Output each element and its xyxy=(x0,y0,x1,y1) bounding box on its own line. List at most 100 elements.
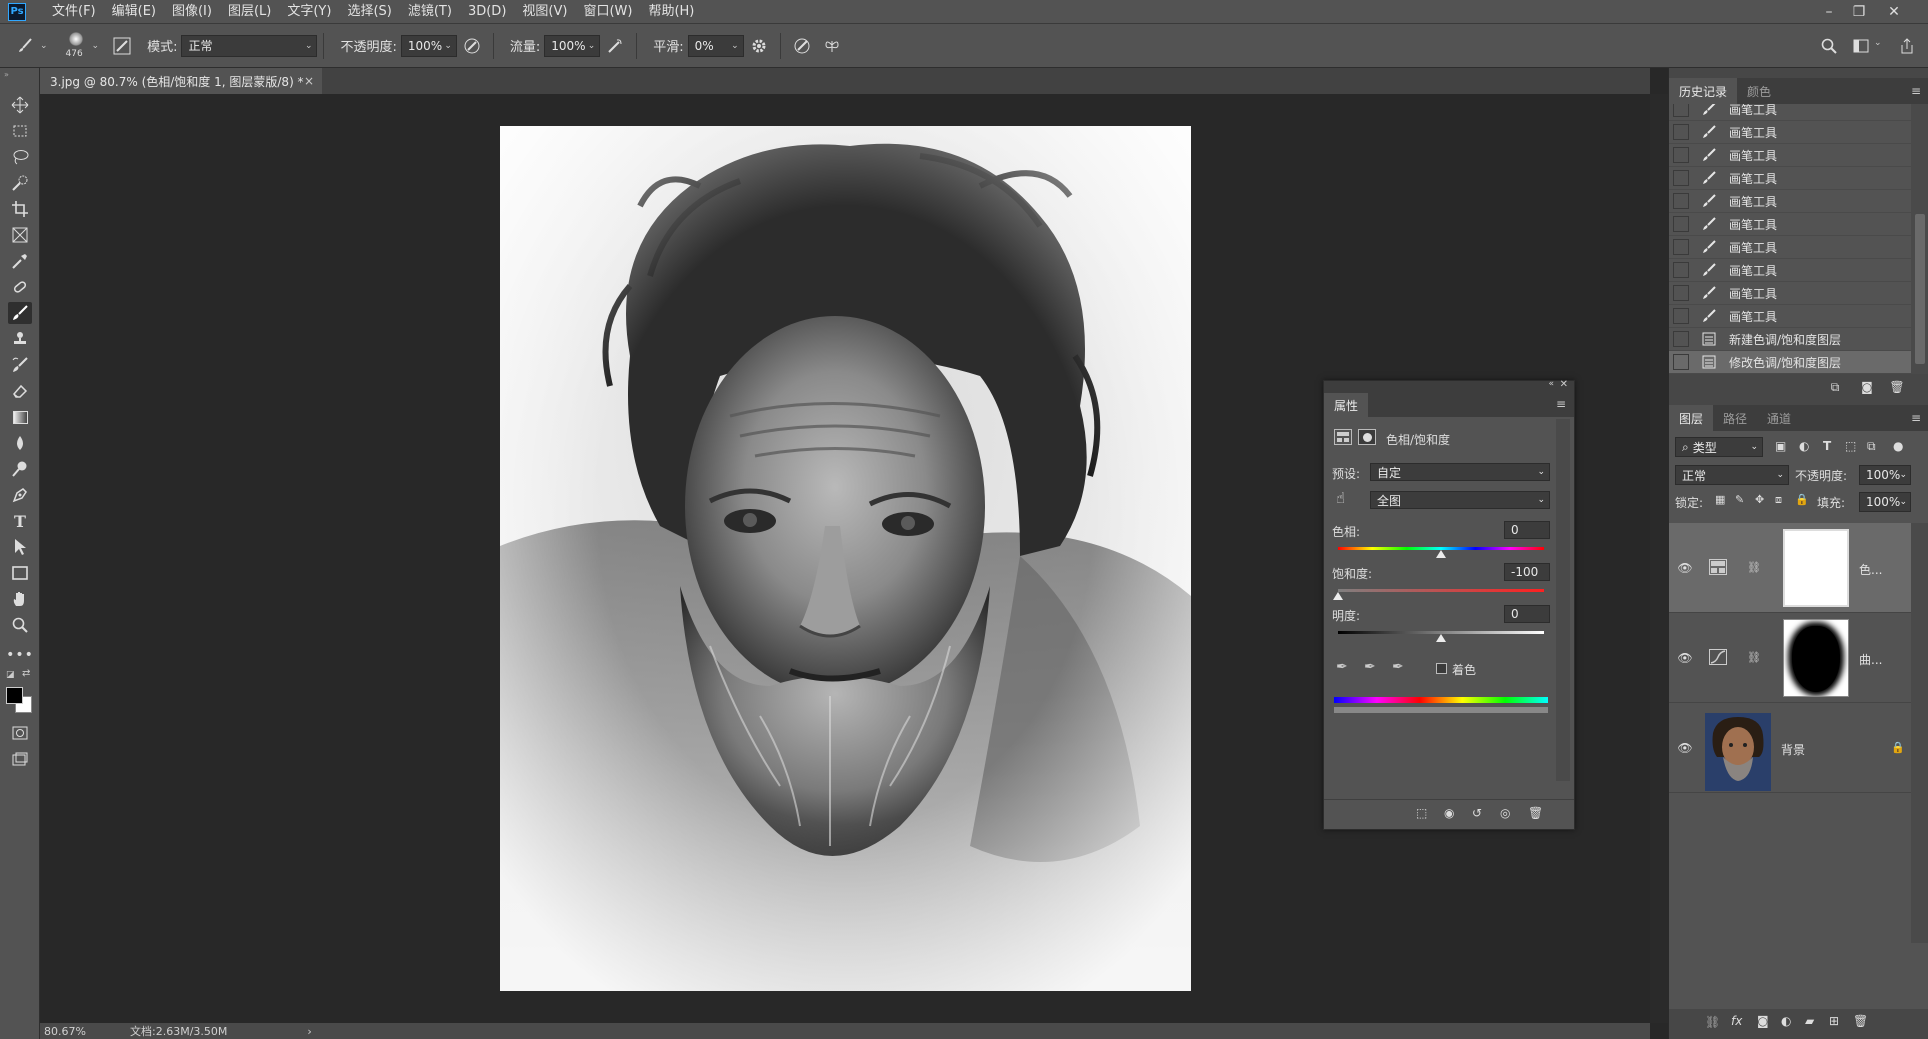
saturation-slider-track[interactable] xyxy=(1338,589,1544,592)
targeted-adjustment-hand-icon[interactable]: ☝ xyxy=(1336,489,1356,509)
tab-channels[interactable]: 通道 xyxy=(1757,405,1801,431)
layer-name[interactable]: 曲... xyxy=(1859,651,1882,668)
saturation-slider-thumb[interactable] xyxy=(1333,592,1343,600)
menu-item-9[interactable]: 窗口(W) xyxy=(575,0,640,24)
panel-menu-icon[interactable]: ≡ xyxy=(1556,397,1566,411)
preset-select[interactable]: 自定 ⌄ xyxy=(1370,463,1550,481)
background-layer-thumbnail[interactable] xyxy=(1705,713,1771,791)
filter-toggle-icon[interactable]: ● xyxy=(1893,439,1903,453)
history-source-checkbox[interactable] xyxy=(1673,239,1689,255)
screen-mode-icon[interactable] xyxy=(8,748,32,770)
blend-mode-select[interactable]: 正常 ⌄ xyxy=(1675,465,1789,485)
eyedropper-plus-icon[interactable]: ✒ xyxy=(1364,659,1376,675)
collapse-icon[interactable]: » xyxy=(4,70,9,79)
lasso-tool-icon[interactable] xyxy=(8,146,32,168)
brush-size-picker[interactable]: 476 xyxy=(62,29,92,63)
eyedropper-tool-icon[interactable] xyxy=(8,250,32,272)
adjustment-icon[interactable] xyxy=(1334,429,1352,445)
clip-to-layer-icon[interactable]: ⬚ xyxy=(1416,806,1427,820)
properties-tab[interactable]: 属性 xyxy=(1324,393,1369,417)
chevron-right-icon[interactable]: › xyxy=(307,1025,311,1038)
layer-row[interactable]: 👁 ⛓ 曲... xyxy=(1669,613,1911,703)
document-canvas-image[interactable] xyxy=(500,126,1191,991)
foreground-color-swatch[interactable] xyxy=(6,687,23,704)
menu-item-4[interactable]: 文字(Y) xyxy=(279,0,339,24)
history-item[interactable]: 新建色调/饱和度图层 xyxy=(1669,328,1911,351)
history-item[interactable]: 画笔工具 xyxy=(1669,104,1911,121)
document-tab[interactable]: 3.jpg @ 80.7% (色相/饱和度 1, 图层蒙版/8) * × xyxy=(40,68,322,94)
chevron-down-icon[interactable]: ⌄ xyxy=(40,41,48,51)
history-item[interactable]: 画笔工具 xyxy=(1669,144,1911,167)
trash-icon[interactable]: 🗑 xyxy=(1887,378,1907,396)
search-icon[interactable] xyxy=(1818,35,1840,57)
close-icon[interactable]: ✕ xyxy=(1880,0,1908,24)
visibility-eye-icon[interactable]: 👁 xyxy=(1675,558,1695,578)
hand-tool-icon[interactable] xyxy=(8,588,32,610)
smoothing-field[interactable]: 0% ⌄ xyxy=(687,34,744,57)
gradient-tool-icon[interactable] xyxy=(8,406,32,428)
layer-name[interactable]: 色... xyxy=(1859,561,1882,578)
channel-select[interactable]: 全图 ⌄ xyxy=(1370,491,1550,509)
saturation-field[interactable]: -100 xyxy=(1504,563,1550,581)
fill-field[interactable]: 100% ⌄ xyxy=(1859,492,1911,512)
clone-stamp-tool-icon[interactable] xyxy=(8,328,32,350)
menu-item-8[interactable]: 视图(V) xyxy=(514,0,575,24)
rectangle-tool-icon[interactable] xyxy=(8,562,32,584)
layer-filter-select[interactable]: ⌕ 类型 ⌄ xyxy=(1675,437,1763,457)
add-mask-icon[interactable]: ◙ xyxy=(1757,1014,1769,1028)
history-brush-tool-icon[interactable] xyxy=(8,354,32,376)
type-tool-icon[interactable]: T xyxy=(8,510,32,532)
menu-item-6[interactable]: 滤镜(T) xyxy=(400,0,460,24)
pressure-size-icon[interactable] xyxy=(791,35,813,57)
menu-item-3[interactable]: 图层(L) xyxy=(220,0,279,24)
canvas-scrollbar[interactable] xyxy=(1650,94,1668,1023)
link-icon[interactable]: ⛓ xyxy=(1747,651,1761,664)
eyedropper-icon[interactable]: ✒ xyxy=(1336,659,1348,675)
minimize-icon[interactable]: – xyxy=(1815,0,1843,24)
move-tool-icon[interactable] xyxy=(8,94,32,116)
panel-drag-bar[interactable]: « ✕ xyxy=(1324,379,1574,393)
trash-icon[interactable]: 🗑 xyxy=(1853,1014,1868,1028)
menu-item-5[interactable]: 选择(S) xyxy=(339,0,399,24)
lock-position-icon[interactable]: ✥ xyxy=(1755,493,1764,506)
zoom-level[interactable]: 80.67% xyxy=(44,1025,114,1038)
blur-tool-icon[interactable] xyxy=(8,432,32,454)
layer-name[interactable]: 背景 xyxy=(1781,741,1805,758)
brush-tool-preset-icon[interactable] xyxy=(14,35,36,57)
lock-transparent-icon[interactable]: ▦ xyxy=(1715,493,1725,506)
chevron-down-icon[interactable]: ⌄ xyxy=(92,41,100,51)
healing-brush-tool-icon[interactable] xyxy=(8,276,32,298)
history-item[interactable]: 画笔工具 xyxy=(1669,121,1911,144)
close-icon[interactable]: ✕ xyxy=(1560,379,1568,390)
hue-field[interactable]: 0 xyxy=(1504,521,1550,539)
visibility-eye-icon[interactable]: 👁 xyxy=(1675,738,1695,758)
new-document-from-state-icon[interactable]: ⧉ xyxy=(1825,378,1845,396)
link-icon[interactable]: ⛓ xyxy=(1747,561,1761,574)
mask-icon[interactable] xyxy=(1358,429,1376,445)
history-source-checkbox[interactable] xyxy=(1673,354,1689,370)
panel-scrollbar[interactable] xyxy=(1556,419,1570,781)
new-group-folder-icon[interactable]: ▰ xyxy=(1805,1014,1814,1028)
history-item[interactable]: 画笔工具 xyxy=(1669,167,1911,190)
tab-paths[interactable]: 路径 xyxy=(1713,405,1757,431)
layer-row[interactable]: 👁 背景 🔒 xyxy=(1669,703,1911,793)
dodge-tool-icon[interactable] xyxy=(8,458,32,480)
panel-menu-icon[interactable]: ≡ xyxy=(1911,411,1921,425)
history-source-checkbox[interactable] xyxy=(1673,170,1689,186)
close-icon[interactable]: × xyxy=(304,74,314,88)
restore-icon[interactable]: ❐ xyxy=(1845,0,1873,24)
menu-item-7[interactable]: 3D(D) xyxy=(460,0,514,24)
history-source-checkbox[interactable] xyxy=(1673,308,1689,324)
chevron-down-icon[interactable]: ⌄ xyxy=(1874,38,1882,48)
fx-icon[interactable]: fx xyxy=(1731,1014,1742,1028)
history-source-checkbox[interactable] xyxy=(1673,193,1689,209)
history-item[interactable]: 画笔工具 xyxy=(1669,236,1911,259)
lightness-slider-thumb[interactable] xyxy=(1436,634,1446,642)
filter-pixel-icon[interactable]: ▣ xyxy=(1775,439,1786,453)
history-item[interactable]: 画笔工具 xyxy=(1669,305,1911,328)
visibility-eye-icon[interactable]: ◎ xyxy=(1500,806,1510,820)
history-item[interactable]: 画笔工具 xyxy=(1669,259,1911,282)
tab-layers[interactable]: 图层 xyxy=(1669,405,1714,431)
history-source-checkbox[interactable] xyxy=(1673,104,1689,117)
lightness-field[interactable]: 0 xyxy=(1504,605,1550,623)
